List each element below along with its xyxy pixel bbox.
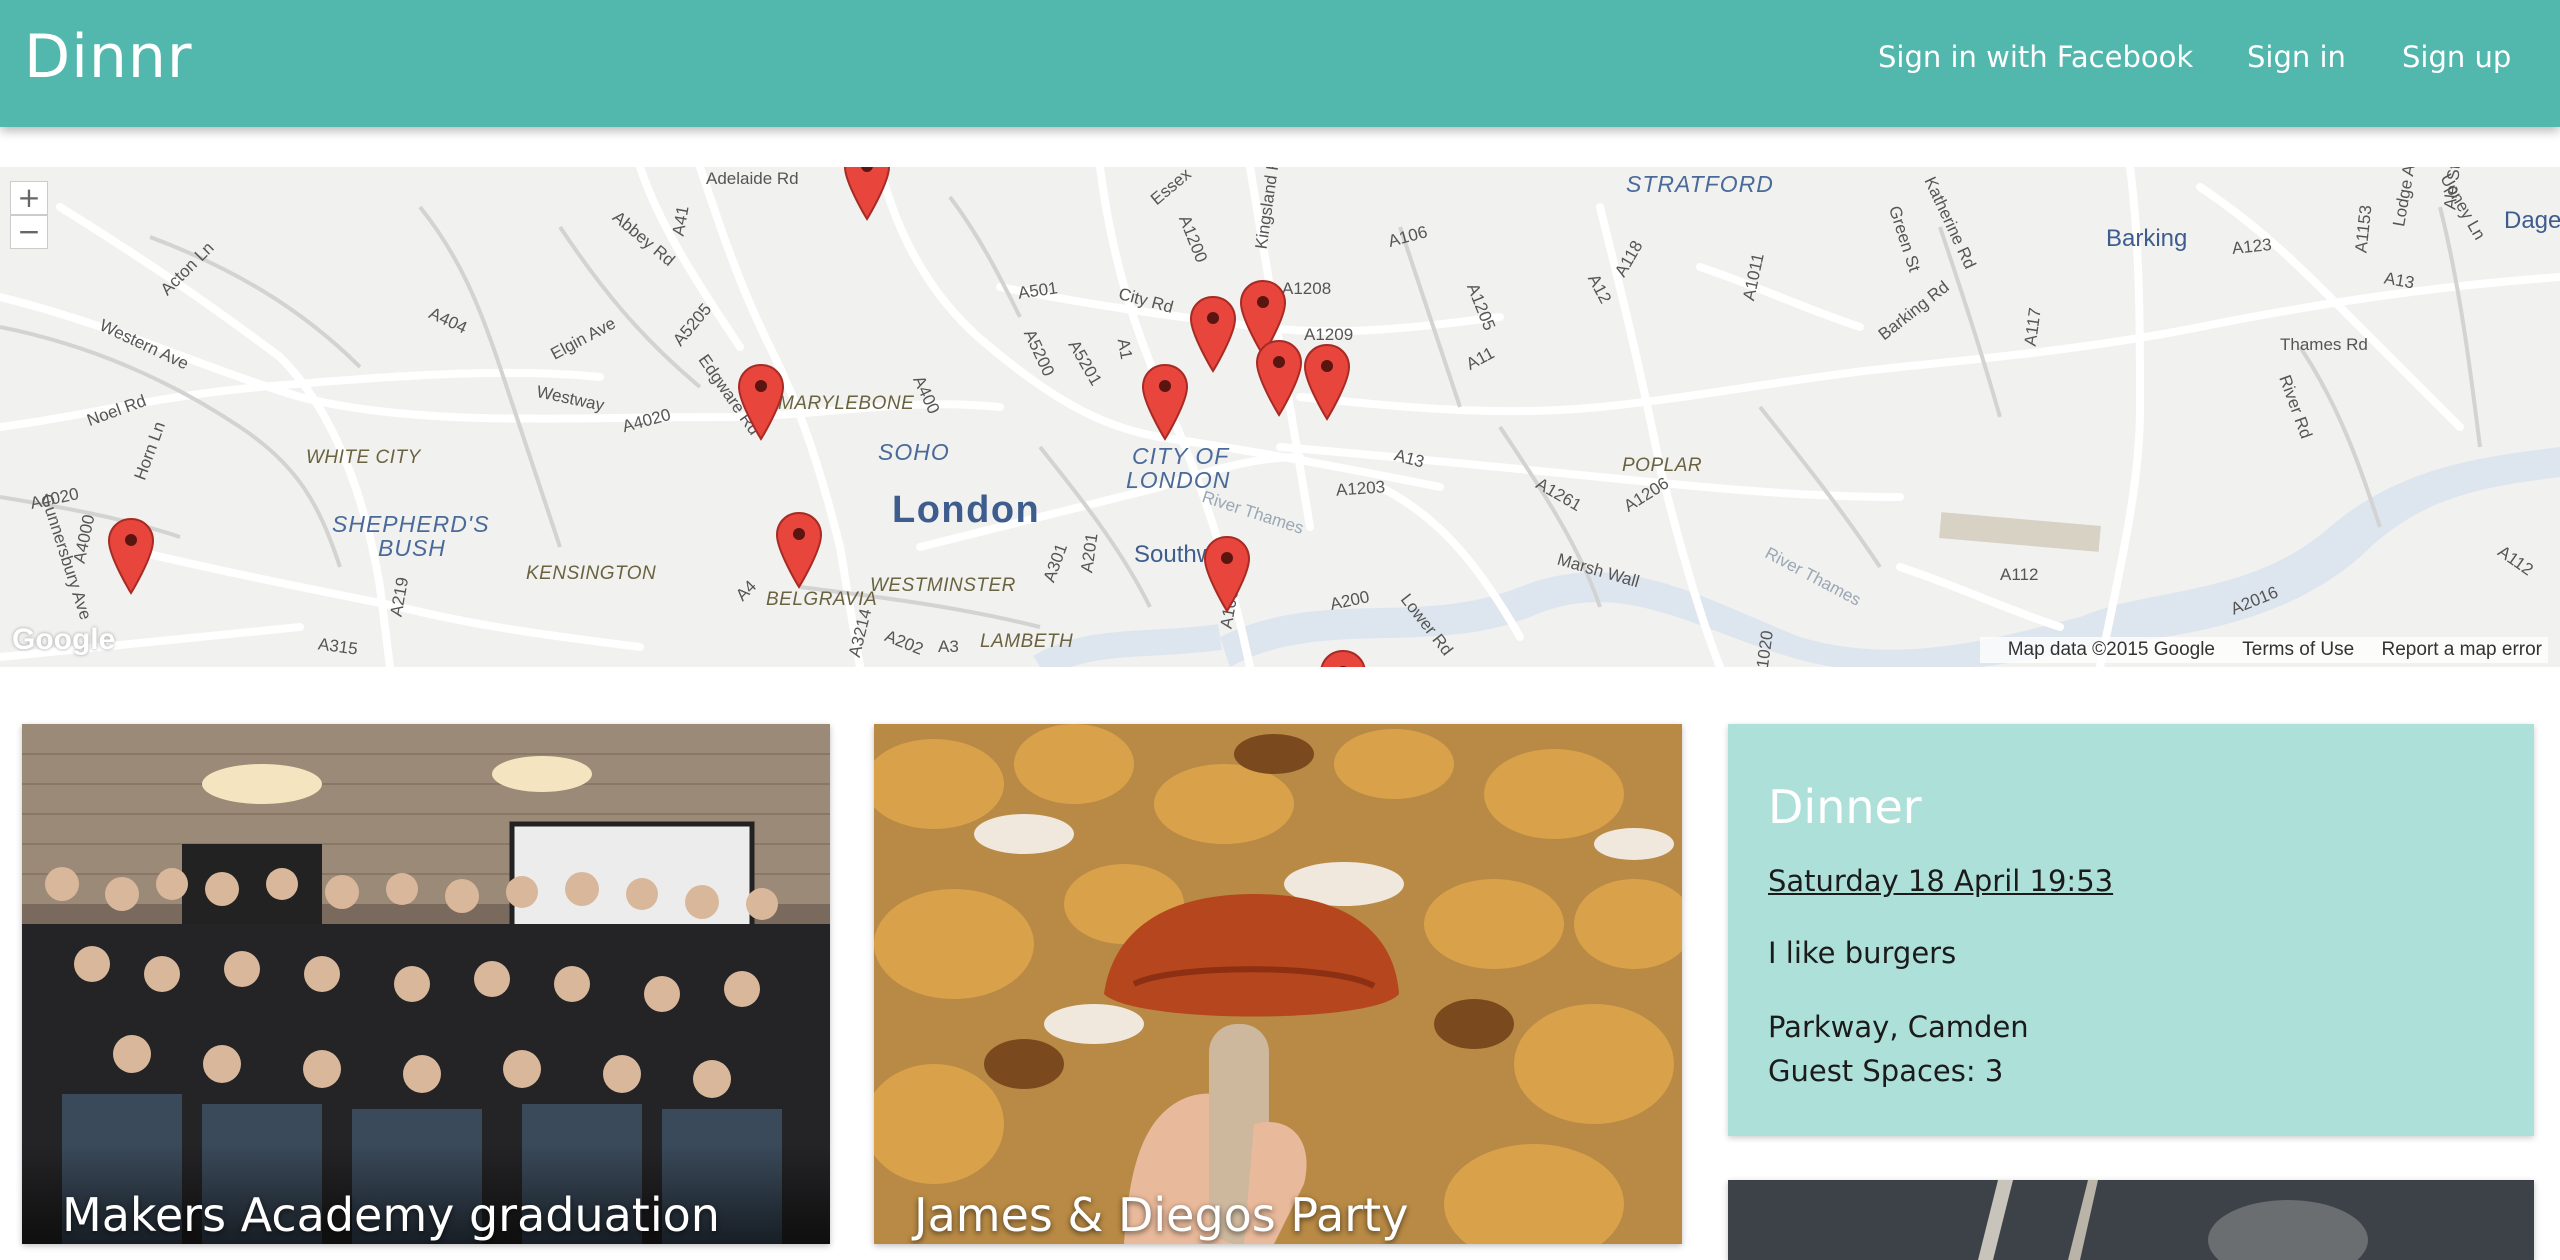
group-photo: [22, 724, 830, 1244]
dinner-guest-spaces: Guest Spaces: 3: [1768, 1054, 2004, 1088]
map-label-marylebone: MARYLEBONE: [778, 393, 915, 414]
dinner-location: Parkway, Camden: [1768, 1010, 2029, 1044]
map-label-stratford: STRATFORD: [1626, 171, 1774, 197]
map-footer: Map data ©2015 Google Terms of Use Repor…: [1979, 637, 2548, 663]
map-label-kensington: KENSINGTON: [526, 563, 657, 584]
mushroom-photo: [874, 724, 1682, 1244]
event-marker[interactable]: [1254, 339, 1304, 417]
event-card-makers[interactable]: Makers Academy graduation: [22, 724, 830, 1244]
event-marker[interactable]: [1302, 343, 1352, 421]
zoom-out-button[interactable]: −: [10, 215, 48, 249]
event-marker[interactable]: [842, 167, 892, 221]
top-nav-bar: Dinnr Sign in with Facebook Sign in Sign…: [0, 0, 2560, 127]
event-marker[interactable]: [106, 517, 156, 595]
event-marker[interactable]: [1188, 295, 1238, 373]
road-label: A1208: [1282, 279, 1332, 298]
road-label: A1: [1113, 337, 1137, 361]
sign-in-facebook-link[interactable]: Sign in with Facebook: [1878, 40, 2193, 74]
road-label: A123: [2231, 234, 2273, 259]
sign-in-link[interactable]: Sign in: [2247, 40, 2346, 74]
map-label-city-of: CITY OF: [1132, 443, 1230, 469]
map-data-credit: Map data ©2015 Google: [2007, 639, 2215, 660]
road-label: A1209: [1304, 325, 1354, 344]
map-label-soho: SOHO: [878, 439, 950, 465]
brand-logo[interactable]: Dinnr: [24, 22, 193, 92]
road-label: Adelaide Rd: [706, 169, 799, 188]
map-label-westminster: WESTMINSTER: [870, 575, 1016, 596]
event-card-party[interactable]: James & Diegos Party: [874, 724, 1682, 1244]
event-marker[interactable]: [736, 363, 786, 441]
map-label-barking: Barking: [2106, 225, 2188, 252]
zoom-in-button[interactable]: +: [10, 181, 48, 215]
road-label: A112: [2000, 565, 2039, 584]
map-label-lambeth: LAMBETH: [980, 631, 1074, 652]
dinner-detail-card[interactable]: Dinner Saturday 18 April 19:53 I like bu…: [1728, 724, 2534, 1136]
event-marker[interactable]: [1202, 535, 1252, 613]
road-label: Thames Rd: [2280, 335, 2368, 354]
map-label-bush: BUSH: [378, 535, 446, 561]
dinner-title: Dinner: [1768, 780, 1922, 834]
event-marker[interactable]: [1140, 363, 1190, 441]
map-label-dagenham: Dage: [2504, 207, 2560, 234]
partial-photo: [1728, 1180, 2534, 1260]
sign-up-link[interactable]: Sign up: [2402, 40, 2511, 74]
google-logo: Google: [12, 623, 116, 656]
events-map[interactable]: + − London SOHO CITY OF LONDON SHEPHERD'…: [0, 167, 2560, 667]
event-card-partial[interactable]: [1728, 1180, 2534, 1260]
report-map-error-link[interactable]: Report a map error: [2381, 639, 2542, 660]
event-marker[interactable]: [1318, 649, 1368, 667]
terms-of-use-link[interactable]: Terms of Use: [2242, 639, 2354, 660]
map-label-london: London: [892, 489, 1041, 531]
dinner-description: I like burgers: [1768, 936, 1957, 970]
map-label-white-city: WHITE CITY: [306, 447, 421, 468]
road-label: A3: [938, 637, 959, 656]
map-label-shepherds: SHEPHERD'S: [332, 511, 490, 537]
road-label: A1203: [1335, 477, 1386, 500]
event-marker[interactable]: [774, 511, 824, 589]
dinner-date-link[interactable]: Saturday 18 April 19:53: [1768, 864, 2113, 898]
